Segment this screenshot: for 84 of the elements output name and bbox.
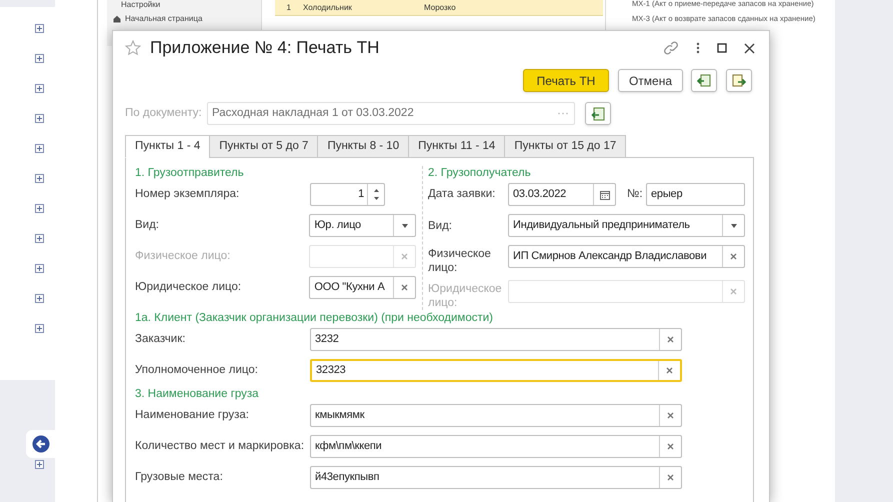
clear-icon (730, 288, 737, 295)
calendar-icon (600, 190, 610, 200)
field-label: Физическое лицо: (428, 247, 492, 275)
document-arrow-icon (697, 74, 711, 88)
input-field[interactable]: ИП Смирнов Александр Владиславови (508, 245, 745, 268)
input-field[interactable]: ООО "Кухни А (309, 276, 416, 299)
clear-icon (730, 253, 737, 260)
nav-item[interactable]: Начальная страница (125, 13, 202, 25)
table-cell-text: 1 (286, 2, 292, 14)
clear-icon (667, 474, 674, 481)
expand-icon[interactable] (35, 204, 44, 213)
document-arrow-icon (732, 74, 746, 88)
up-caret-icon (374, 189, 378, 192)
down-caret-icon (374, 197, 378, 200)
input-field[interactable]: ерыер (646, 183, 745, 206)
tab[interactable]: Пункты от 15 до 17 (504, 135, 626, 158)
input-field[interactable]: кмыкмямк (310, 404, 682, 427)
expand-icon[interactable] (35, 84, 44, 93)
table-cell-text: Морозко (423, 2, 456, 14)
window-title: Приложение № 4: Печать ТН (150, 37, 380, 60)
field-label: №: (627, 186, 644, 202)
caret-icon (730, 224, 736, 228)
clear-icon (401, 284, 408, 291)
close-icon[interactable] (744, 42, 755, 54)
field-label: Уполномоченное лицо: (135, 362, 259, 378)
input-field[interactable]: 3232 (310, 328, 682, 351)
field-label: Дата заявки: (428, 186, 496, 202)
expand-icon[interactable] (35, 234, 44, 243)
expand-icon[interactable] (35, 264, 44, 273)
input-field[interactable]: 03.03.2022 (508, 183, 616, 206)
expand-icon[interactable] (35, 294, 44, 303)
field-label: Вид: (428, 218, 453, 232)
field-label: Грузовые места: (135, 470, 224, 485)
field-label: Физическое лицо: (135, 248, 232, 264)
more-icon[interactable] (696, 42, 700, 54)
field-label: Юридическое лицо: (428, 282, 503, 310)
expand-icon[interactable] (35, 144, 44, 153)
table-row[interactable]: 1 Холодильник Морозко (275, 0, 603, 16)
field-label: Заказчик: (135, 332, 186, 347)
field-label: Вид: (135, 218, 160, 233)
clear-icon (667, 443, 674, 450)
input-field[interactable]: й43епукпывп (310, 466, 682, 489)
input-field[interactable]: Юр. лицо (309, 214, 416, 237)
input-field[interactable]: кфм\пм\ккепи (310, 435, 682, 458)
clear-icon (401, 253, 408, 260)
button-cancel[interactable]: Отмена (618, 69, 683, 92)
tab[interactable]: Пункты от 5 до 7 (209, 135, 318, 158)
table-cell-text: Холодильник (302, 2, 353, 14)
back-button[interactable] (26, 430, 56, 458)
home-icon (113, 15, 121, 23)
maximize-icon[interactable] (717, 43, 727, 53)
open-document-button[interactable] (585, 102, 611, 125)
button-print[interactable]: Печать ТН (523, 69, 609, 92)
section-heading: 3. Наименование груза (135, 387, 260, 401)
section-heading: 1. Грузоотправитель (135, 166, 245, 180)
tab[interactable]: Пункты 8 - 10 (317, 135, 410, 158)
field-label: Количество мест и маркировка: (135, 438, 306, 454)
expand-icon[interactable] (35, 324, 44, 333)
expand-icon[interactable] (35, 114, 44, 123)
export-button[interactable] (691, 69, 717, 92)
expand-icon[interactable] (35, 24, 44, 33)
nav-item[interactable]: Настройки (121, 0, 160, 9)
tab[interactable]: Пункты 11 - 14 (408, 135, 506, 158)
star-icon (125, 40, 141, 56)
field-label: Наименование груза: (135, 408, 250, 423)
expand-icon[interactable] (35, 460, 44, 469)
clear-icon (667, 336, 674, 343)
link-icon[interactable] (663, 40, 679, 56)
input-field[interactable]: Индивидуальный предприниматель (508, 214, 745, 237)
expand-icon[interactable] (35, 54, 44, 63)
expand-icon[interactable] (35, 174, 44, 183)
ellipsis-icon (557, 112, 569, 115)
clear-icon (667, 412, 674, 419)
section-heading: 2. Грузополучатель (428, 166, 532, 180)
section-heading: 1а. Клиент (Заказчик организации перевозки) (при необходимости) (135, 311, 494, 325)
input-field[interactable]: 32323 (310, 359, 682, 382)
input-field[interactable]: 1 (310, 183, 385, 206)
clear-icon (666, 367, 673, 374)
import-button[interactable] (726, 69, 752, 92)
tab[interactable]: Пункты 1 - 4 (125, 135, 210, 158)
field-label: Номер экземпляра: (135, 186, 240, 202)
field-label: По документу: (125, 106, 203, 121)
caret-icon (402, 224, 408, 228)
field-label: Юридическое лицо: (135, 280, 242, 295)
